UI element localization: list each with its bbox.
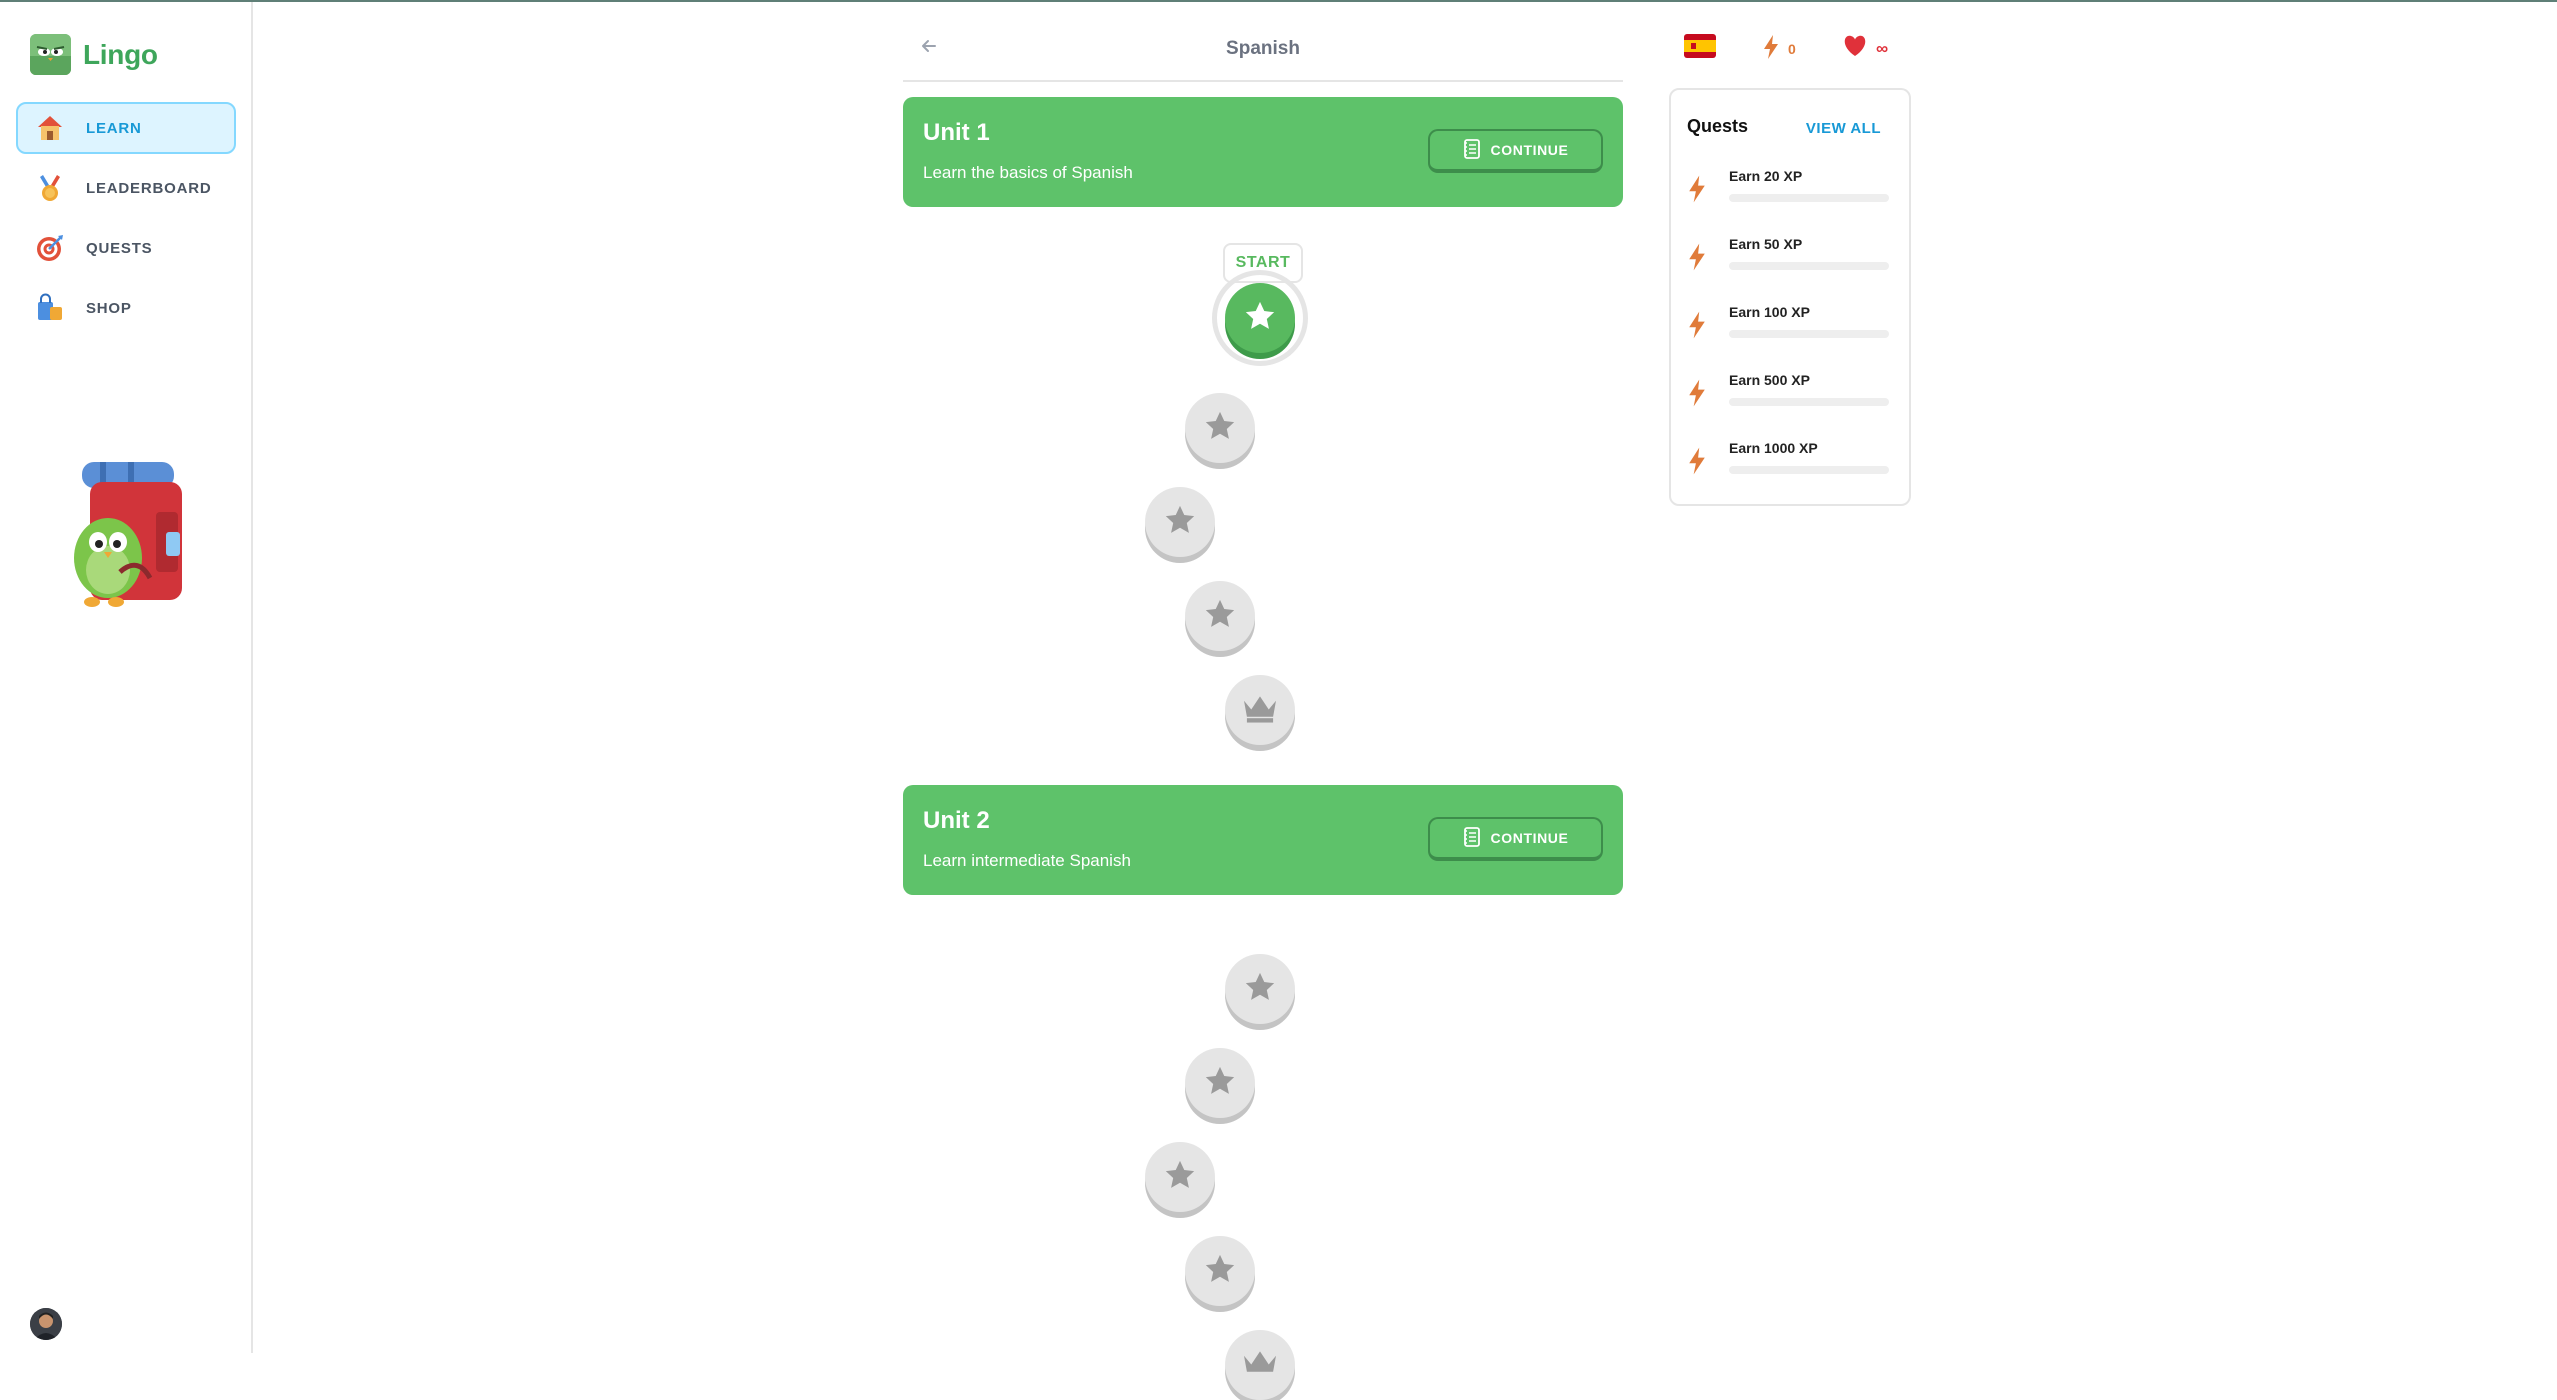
lightning-icon bbox=[1687, 378, 1707, 413]
user-avatar[interactable] bbox=[30, 1308, 62, 1340]
lesson-node-locked[interactable] bbox=[1145, 487, 1215, 557]
lightning-icon bbox=[1762, 34, 1780, 63]
lesson-node-crown[interactable] bbox=[1225, 1330, 1295, 1400]
heart-icon bbox=[1842, 34, 1868, 63]
quest-progress-bar bbox=[1729, 466, 1889, 474]
star-icon bbox=[1203, 597, 1237, 636]
xp-counter[interactable]: 0 bbox=[1762, 34, 1796, 63]
quests-title: Quests bbox=[1687, 116, 1749, 136]
star-icon bbox=[1243, 299, 1277, 338]
crown-icon bbox=[1241, 692, 1279, 729]
lesson-node-locked[interactable] bbox=[1225, 954, 1295, 1024]
star-icon bbox=[1163, 503, 1197, 542]
spain-flag-icon bbox=[1684, 34, 1716, 61]
lightning-icon bbox=[1687, 446, 1707, 481]
mascot-logo-icon bbox=[30, 34, 71, 75]
medal-icon bbox=[34, 172, 66, 204]
quest-label: Earn 1000 XP bbox=[1729, 440, 1818, 456]
logo[interactable]: Lingo bbox=[30, 34, 158, 75]
sidebar-nav: LEARN LEADERBOARD QUESTS SHOP bbox=[16, 102, 236, 342]
continue-label: CONTINUE bbox=[1490, 830, 1569, 846]
continue-label: CONTINUE bbox=[1490, 142, 1569, 158]
lesson-node-locked[interactable] bbox=[1185, 1048, 1255, 1118]
quest-label: Earn 100 XP bbox=[1729, 304, 1810, 320]
sidebar-item-label: LEARN bbox=[86, 119, 142, 137]
lesson-node-locked[interactable] bbox=[1185, 1236, 1255, 1306]
course-flag-button[interactable] bbox=[1684, 34, 1716, 61]
sidebar-item-label: QUESTS bbox=[86, 239, 153, 257]
hearts-counter[interactable]: ∞ bbox=[1842, 34, 1888, 63]
quest-progress-bar bbox=[1729, 330, 1889, 338]
sidebar-item-label: LEADERBOARD bbox=[86, 179, 212, 197]
unit-title: Unit 2 bbox=[923, 807, 990, 834]
star-icon bbox=[1203, 1064, 1237, 1103]
sidebar-item-learn[interactable]: LEARN bbox=[16, 102, 236, 154]
quest-label: Earn 500 XP bbox=[1729, 372, 1810, 388]
hearts-value: ∞ bbox=[1876, 38, 1889, 58]
lightning-icon bbox=[1687, 174, 1707, 209]
mascot-illustration bbox=[70, 462, 186, 617]
app-name: Lingo bbox=[83, 38, 158, 70]
quest-progress-bar bbox=[1729, 262, 1889, 270]
unit-banner: Unit 1 Learn the basics of Spanish CONTI… bbox=[903, 97, 1623, 207]
unit-description: Learn the basics of Spanish bbox=[923, 163, 1133, 182]
quest-item: Earn 100 XP bbox=[1687, 304, 1893, 364]
quest-progress-bar bbox=[1729, 194, 1889, 202]
unit-title: Unit 1 bbox=[923, 119, 990, 146]
star-icon bbox=[1243, 970, 1277, 1009]
shopping-bag-icon bbox=[34, 292, 66, 324]
sidebar-item-label: SHOP bbox=[86, 299, 132, 317]
target-icon bbox=[34, 232, 66, 264]
lesson-node-locked[interactable] bbox=[1145, 1142, 1215, 1212]
star-icon bbox=[1203, 409, 1237, 448]
user-stats: 0 ∞ bbox=[1684, 34, 1909, 64]
lightning-icon bbox=[1687, 310, 1707, 345]
crown-icon bbox=[1241, 1347, 1279, 1384]
quest-label: Earn 50 XP bbox=[1729, 236, 1803, 252]
house-icon bbox=[34, 112, 66, 144]
quest-item: Earn 1000 XP bbox=[1687, 440, 1893, 500]
lesson-node-crown[interactable] bbox=[1225, 675, 1295, 745]
star-icon bbox=[1163, 1158, 1197, 1197]
course-title: Spanish bbox=[1226, 38, 1300, 59]
quest-item: Earn 20 XP bbox=[1687, 168, 1893, 228]
unit-description: Learn intermediate Spanish bbox=[923, 851, 1131, 870]
quest-item: Earn 500 XP bbox=[1687, 372, 1893, 432]
quest-label: Earn 20 XP bbox=[1729, 168, 1803, 184]
quest-progress-bar bbox=[1729, 398, 1889, 406]
lesson-node-current[interactable] bbox=[1225, 283, 1295, 353]
continue-button[interactable]: CONTINUE bbox=[1428, 817, 1603, 861]
sidebar-item-shop[interactable]: SHOP bbox=[16, 282, 236, 334]
sidebar-item-leaderboard[interactable]: LEADERBOARD bbox=[16, 162, 236, 214]
quest-item: Earn 50 XP bbox=[1687, 236, 1893, 296]
sidebar-item-quests[interactable]: QUESTS bbox=[16, 222, 236, 274]
course-header: Spanish bbox=[903, 24, 1623, 82]
sidebar: Lingo LEARN LEADERBOARD QUESTS SHOP bbox=[0, 2, 253, 1353]
lesson-node-locked[interactable] bbox=[1185, 393, 1255, 463]
star-icon bbox=[1203, 1252, 1237, 1291]
unit-banner: Unit 2 Learn intermediate Spanish CONTIN… bbox=[903, 785, 1623, 895]
xp-value: 0 bbox=[1788, 40, 1796, 57]
view-all-link[interactable]: VIEW ALL bbox=[1806, 120, 1881, 137]
quests-card: Quests VIEW ALL Earn 20 XP Earn 50 XP Ea… bbox=[1669, 88, 1911, 506]
lesson-node-locked[interactable] bbox=[1185, 581, 1255, 651]
notebook-icon bbox=[1463, 138, 1481, 162]
continue-button[interactable]: CONTINUE bbox=[1428, 129, 1603, 173]
notebook-icon bbox=[1463, 826, 1481, 850]
lightning-icon bbox=[1687, 242, 1707, 277]
